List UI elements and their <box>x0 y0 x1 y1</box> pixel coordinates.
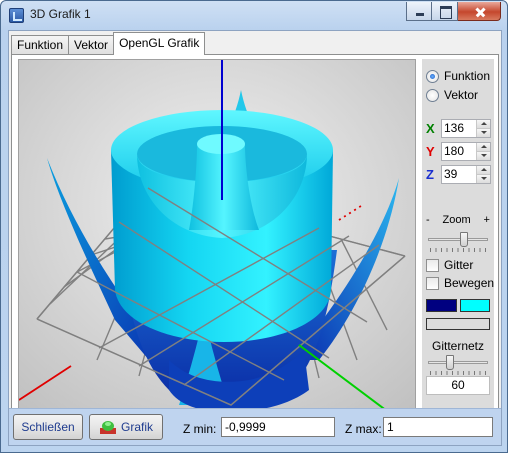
color-low-swatch[interactable] <box>426 299 457 312</box>
rotation-y-value[interactable]: 180 <box>442 143 476 160</box>
gitternetz-slider[interactable] <box>426 353 490 375</box>
zoom-label: Zoom <box>442 214 471 226</box>
rotation-x-row: X 136 <box>426 119 491 138</box>
opengl-viewport[interactable] <box>18 59 416 422</box>
bottom-toolbar: Schließen Grafik Z min: -0,9999 Z max: 1 <box>9 408 501 445</box>
radio-vektor-label: Vektor <box>444 88 479 102</box>
x-axis-label: X <box>426 121 435 136</box>
radio-funktion[interactable]: Funktion <box>426 69 490 83</box>
bewegen-checkbox-row[interactable]: Bewegen <box>426 276 494 290</box>
rotation-y-row: Y 180 <box>426 142 491 161</box>
bewegen-label: Bewegen <box>444 276 495 290</box>
zmin-label: Z min: <box>183 422 217 436</box>
spin-down-icon[interactable] <box>477 174 490 183</box>
rotation-z-row: Z 39 <box>426 165 491 184</box>
graph-icon <box>99 419 117 435</box>
zoom-slider[interactable] <box>426 230 490 252</box>
grafik-button-label: Grafik <box>120 420 153 434</box>
zoom-label-row: - Zoom + <box>426 214 490 226</box>
zoom-slider-thumb[interactable] <box>459 232 468 247</box>
rotation-z-stepper[interactable]: 39 <box>441 165 491 184</box>
spin-down-icon[interactable] <box>477 128 490 137</box>
rotation-x-value[interactable]: 136 <box>442 120 476 137</box>
title-bar[interactable]: 3D Grafik 1 <box>1 1 507 29</box>
rotation-z-value[interactable]: 39 <box>442 166 476 183</box>
zmax-label: Z max: <box>345 422 382 436</box>
gitternetz-label: Gitternetz <box>431 339 485 353</box>
radio-vektor[interactable]: Vektor <box>426 88 478 102</box>
client-area: Funktion Vektor OpenGL Grafik Funktion V… <box>8 30 502 446</box>
gitter-checkbox-row[interactable]: Gitter <box>426 258 473 272</box>
close-window-button[interactable] <box>458 2 501 21</box>
bewegen-checkbox[interactable] <box>426 276 439 290</box>
color-high-swatch[interactable] <box>460 299 490 312</box>
spin-down-icon[interactable] <box>477 151 490 160</box>
close-button[interactable]: Schließen <box>13 414 83 440</box>
spin-up-icon[interactable] <box>477 143 490 151</box>
z-axis-label: Z <box>426 167 434 182</box>
zmin-input[interactable]: -0,9999 <box>221 417 335 437</box>
tab-funktion[interactable]: Funktion <box>11 35 70 55</box>
control-panel: Funktion Vektor X 136 Y 180 Z 39 - Zoom … <box>422 59 494 422</box>
y-axis-label: Y <box>426 144 435 159</box>
spin-up-icon[interactable] <box>477 120 490 128</box>
surface-plot[interactable] <box>19 60 416 422</box>
radio-button-checked[interactable] <box>426 69 439 83</box>
spin-up-icon[interactable] <box>477 166 490 174</box>
gitter-label: Gitter <box>444 258 474 272</box>
gitternetz-slider-thumb[interactable] <box>445 355 454 370</box>
zoom-minus-label: - <box>426 214 430 226</box>
tab-opengl-grafik[interactable]: OpenGL Grafik <box>113 32 206 55</box>
window-title: 3D Grafik 1 <box>30 7 91 21</box>
window-controls <box>406 2 501 21</box>
application-window: 3D Grafik 1 Funktion Vektor OpenGL Grafi… <box>0 0 508 453</box>
zmax-input[interactable]: 1 <box>383 417 493 437</box>
gitternetz-value: 60 <box>426 376 490 395</box>
radio-button[interactable] <box>426 88 439 102</box>
rotation-x-stepper[interactable]: 136 <box>441 119 491 138</box>
color-gradient-bar[interactable] <box>426 318 490 330</box>
zoom-plus-label: + <box>483 214 490 226</box>
opengl-tab-panel: Funktion Vektor X 136 Y 180 Z 39 - Zoom … <box>11 54 499 429</box>
tab-strip: Funktion Vektor OpenGL Grafik <box>11 32 206 55</box>
app-graph-icon[interactable] <box>9 8 24 23</box>
gitter-checkbox[interactable] <box>426 258 439 272</box>
radio-funktion-label: Funktion <box>444 69 491 83</box>
tab-vektor[interactable]: Vektor <box>68 35 115 55</box>
minimize-button[interactable] <box>406 2 432 21</box>
maximize-button[interactable] <box>432 2 458 21</box>
rotation-y-stepper[interactable]: 180 <box>441 142 491 161</box>
grafik-button[interactable]: Grafik <box>89 414 163 440</box>
